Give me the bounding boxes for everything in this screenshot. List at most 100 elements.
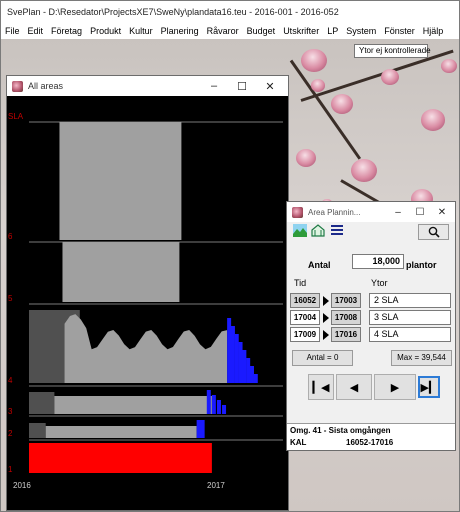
row1-yta[interactable]: 2 SLA <box>369 293 451 308</box>
row-label: SLA <box>8 112 24 121</box>
row-label: 1 <box>8 465 13 474</box>
bar-sla <box>59 122 182 240</box>
menu-hj-lp[interactable]: Hjälp <box>419 26 448 36</box>
first-button[interactable]: ▎◀ <box>308 374 334 400</box>
row1-from[interactable]: 16052 <box>290 293 320 308</box>
bar-row-5-blue <box>238 342 243 383</box>
menu-f-retag[interactable]: Företag <box>47 26 86 36</box>
plantor-label: plantor <box>406 260 437 270</box>
antal-input[interactable]: 18,000 <box>352 254 404 269</box>
bar-row-3-blue <box>216 400 221 414</box>
next-button[interactable]: ▶ <box>374 374 416 400</box>
greenhouse-icon[interactable] <box>311 224 325 237</box>
blossom-decoration <box>421 109 445 131</box>
arrow-right-icon <box>323 296 329 306</box>
blossom-decoration <box>301 49 327 73</box>
blossom-decoration <box>381 69 399 86</box>
row-label: 2 <box>8 429 13 438</box>
row2-yta[interactable]: 3 SLA <box>369 310 451 325</box>
bar-row-5-blue <box>249 366 254 383</box>
area-planning-titlebar[interactable]: Area Plannin... – ☐ ✕ <box>287 202 455 222</box>
landscape-icon[interactable] <box>293 224 307 237</box>
minimize-icon[interactable]: – <box>387 207 409 218</box>
area-planning-title: Area Plannin... <box>308 207 361 217</box>
prev-icon: ◀ <box>349 381 359 394</box>
minimize-icon[interactable]: – <box>200 80 228 92</box>
blossom-decoration <box>441 59 457 74</box>
tid-label: Tid <box>294 278 307 288</box>
app-titlebar: SvePlan - D:\Resedator\ProjectsXE7\SweNy… <box>1 1 459 23</box>
antal-label: Antal <box>308 260 331 270</box>
menu-kultur[interactable]: Kultur <box>125 26 157 36</box>
bar-row-2-light <box>45 426 197 438</box>
menu-f-nster[interactable]: Fönster <box>380 26 419 36</box>
list-icon[interactable] <box>330 224 344 237</box>
menu-system[interactable]: System <box>342 26 380 36</box>
menu-edit[interactable]: Edit <box>24 26 48 36</box>
last-button[interactable]: ▶▎ <box>418 376 440 398</box>
arrow-right-icon <box>323 313 329 323</box>
blossom-decoration <box>351 159 377 183</box>
row3-to[interactable]: 17016 <box>331 327 361 342</box>
tooltip: Ytor ej kontrollerade <box>354 44 431 58</box>
row1-to[interactable]: 17003 <box>331 293 361 308</box>
bar-row-5-blue <box>234 334 239 383</box>
arrow-right-icon <box>323 330 329 340</box>
menu-budget[interactable]: Budget <box>243 26 280 36</box>
search-button[interactable] <box>418 224 449 240</box>
bar-row-3-blue <box>222 405 227 414</box>
blossom-decoration <box>296 149 316 167</box>
close-icon[interactable]: ✕ <box>256 80 284 93</box>
bar-row-3-dark <box>29 392 55 414</box>
app-icon <box>12 80 23 92</box>
prev-button[interactable]: ◀ <box>336 374 372 400</box>
bar-row-5-blue <box>253 374 258 383</box>
row3-from[interactable]: 17009 <box>290 327 320 342</box>
bar-row-3-light <box>54 396 212 414</box>
menu-planering[interactable]: Planering <box>157 26 203 36</box>
status-omg: Omg. 41 - Sista omgången <box>290 426 391 435</box>
bar-row-5-blue <box>246 358 251 383</box>
menu-r-varor[interactable]: Råvaror <box>203 26 243 36</box>
row3-yta[interactable]: 4 SLA <box>369 327 451 342</box>
all-areas-title: All areas <box>28 81 64 91</box>
bar-row-3-blue <box>211 395 216 414</box>
menu-file[interactable]: File <box>1 26 24 36</box>
bar-row-6 <box>62 242 180 302</box>
next-icon: ▶ <box>390 381 400 394</box>
menu-lp[interactable]: LP <box>323 26 342 36</box>
all-areas-chart[interactable]: SLA 6 5 4 3 2 12016 2017 <box>7 96 288 510</box>
menu-bar: File Edit Företag Produkt Kultur Planering Råv… <box>1 23 459 39</box>
maximize-icon[interactable]: ☐ <box>228 80 256 93</box>
row-label: 6 <box>8 232 13 241</box>
antal-zero-button[interactable]: Antal = 0 <box>292 350 353 366</box>
close-icon[interactable]: ✕ <box>431 207 453 218</box>
maximize-icon[interactable]: ☐ <box>409 207 431 218</box>
bar-row-5-blue <box>242 350 247 383</box>
blossom-decoration <box>311 79 325 92</box>
blossom-decoration <box>331 94 353 114</box>
area-planning-window: Area Plannin... – ☐ ✕ Antal 18,000 plant… <box>286 201 456 451</box>
max-button[interactable]: Max = 39,544 <box>391 350 452 366</box>
status-kal: KAL <box>290 438 307 447</box>
all-areas-window: All areas – ☐ ✕ SLA 6 5 4 3 2 1 2016 2017 <box>6 75 289 511</box>
status-range: 16052-17016 <box>346 438 394 447</box>
all-areas-titlebar[interactable]: All areas – ☐ ✕ <box>7 76 288 96</box>
row2-to[interactable]: 17008 <box>331 310 361 325</box>
search-icon <box>428 226 440 238</box>
skip-first-icon: ▎◀ <box>312 381 330 394</box>
bar-row-5-blue <box>227 318 232 383</box>
menu-produkt[interactable]: Produkt <box>86 26 125 36</box>
x-tick-label: 2017 <box>207 481 225 490</box>
row2-from[interactable]: 17004 <box>290 310 320 325</box>
bar-row-1-red <box>29 443 212 473</box>
bar-row-5-blue <box>230 326 235 383</box>
menu-utskrifter[interactable]: Utskrifter <box>279 26 323 36</box>
sveplan-window: SvePlan - D:\Resedator\ProjectsXE7\SweNy… <box>0 0 460 512</box>
bar-row-2-dark <box>29 423 46 438</box>
app-icon <box>292 206 303 218</box>
x-tick-label: 2016 <box>13 481 31 490</box>
bar-row-5-light <box>64 314 228 383</box>
row-label: 4 <box>8 376 13 385</box>
skip-last-icon: ▶▎ <box>420 381 438 394</box>
